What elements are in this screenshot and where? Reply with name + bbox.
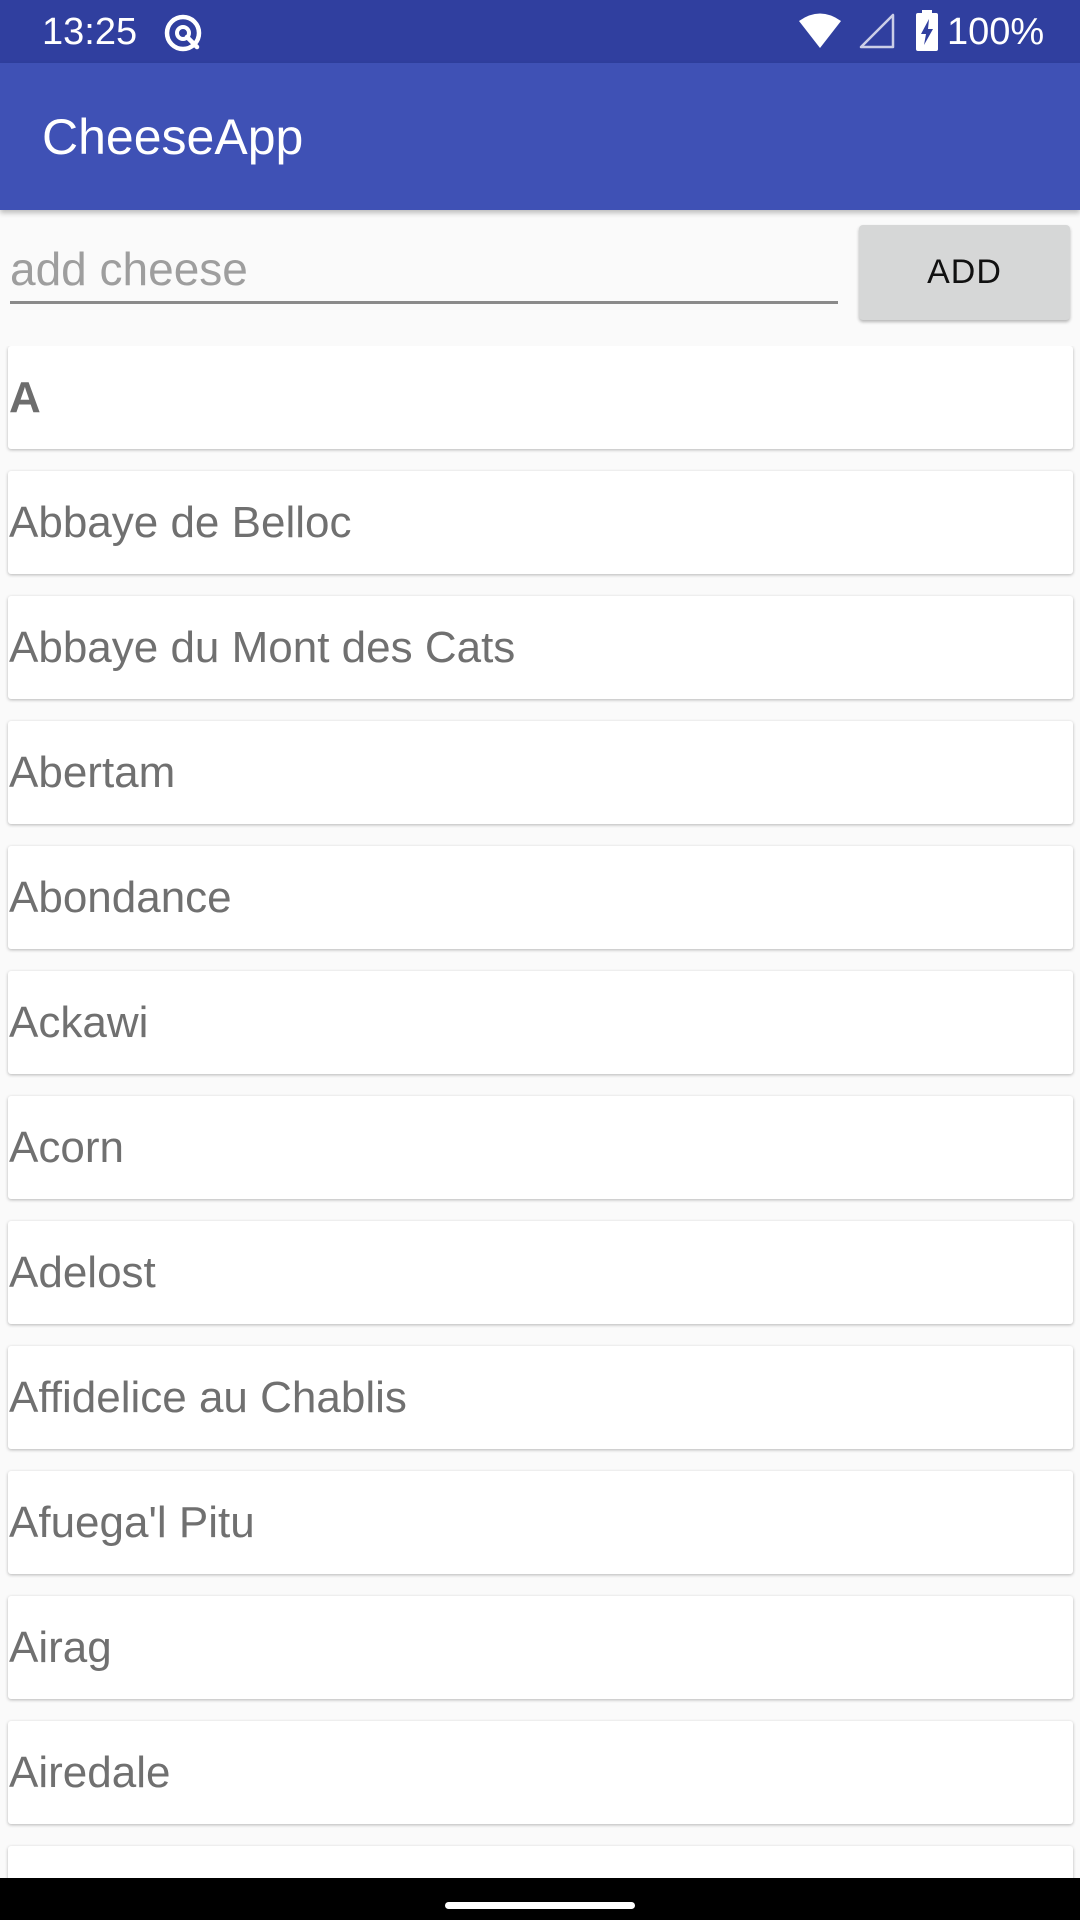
- section-header: A: [8, 346, 1073, 449]
- status-bar: 13:25 100%: [0, 0, 1080, 63]
- navigation-bar: [0, 1878, 1080, 1920]
- app-bar: CheeseApp: [0, 63, 1080, 210]
- list-item-label: Abertam: [9, 748, 176, 797]
- list-item[interactable]: Ackawi: [8, 971, 1073, 1074]
- list-item-label: Airag: [9, 1623, 112, 1672]
- list-item-label: Abbaye du Mont des Cats: [9, 623, 516, 672]
- cheese-list[interactable]: A Abbaye de Belloc Abbaye du Mont des Cats…: [0, 346, 1080, 1878]
- list-item[interactable]: Acorn: [8, 1096, 1073, 1199]
- list-item-label: Abondance: [9, 873, 232, 922]
- add-cheese-input[interactable]: [10, 236, 838, 304]
- list-item-label: Ackawi: [9, 998, 149, 1047]
- status-time: 13:25: [42, 11, 138, 53]
- wifi-icon: [798, 12, 842, 50]
- list-item[interactable]: Abertam: [8, 721, 1073, 824]
- list-item-label: Airedale: [9, 1748, 171, 1797]
- section-header-label: A: [9, 373, 41, 422]
- list-item-label: Adelost: [9, 1248, 156, 1297]
- list-item-label: Abbaye de Belloc: [9, 498, 352, 547]
- list-item-label: Affidelice au Chablis: [9, 1373, 407, 1422]
- list-item-label: Acorn: [9, 1123, 124, 1172]
- list-item[interactable]: Airedale: [8, 1721, 1073, 1824]
- list-item[interactable]: Airag: [8, 1596, 1073, 1699]
- list-item[interactable]: Afuega'l Pitu: [8, 1471, 1073, 1574]
- list-item[interactable]: Abondance: [8, 846, 1073, 949]
- list-item[interactable]: Affidelice au Chablis: [8, 1346, 1073, 1449]
- add-button[interactable]: ADD: [859, 225, 1070, 320]
- battery-charging-icon: [915, 10, 939, 52]
- list-item[interactable]: Abbaye du Mont des Cats: [8, 596, 1073, 699]
- list-item[interactable]: [8, 1846, 1073, 1878]
- list-item[interactable]: Adelost: [8, 1221, 1073, 1324]
- battery-level: 100%: [947, 11, 1045, 53]
- list-item[interactable]: Abbaye de Belloc: [8, 471, 1073, 574]
- app-title: CheeseApp: [42, 109, 304, 165]
- home-gesture-handle[interactable]: [445, 1902, 635, 1909]
- list-item-label: Afuega'l Pitu: [9, 1498, 255, 1547]
- app-notification-icon: [163, 13, 203, 53]
- signal-icon: [858, 12, 896, 50]
